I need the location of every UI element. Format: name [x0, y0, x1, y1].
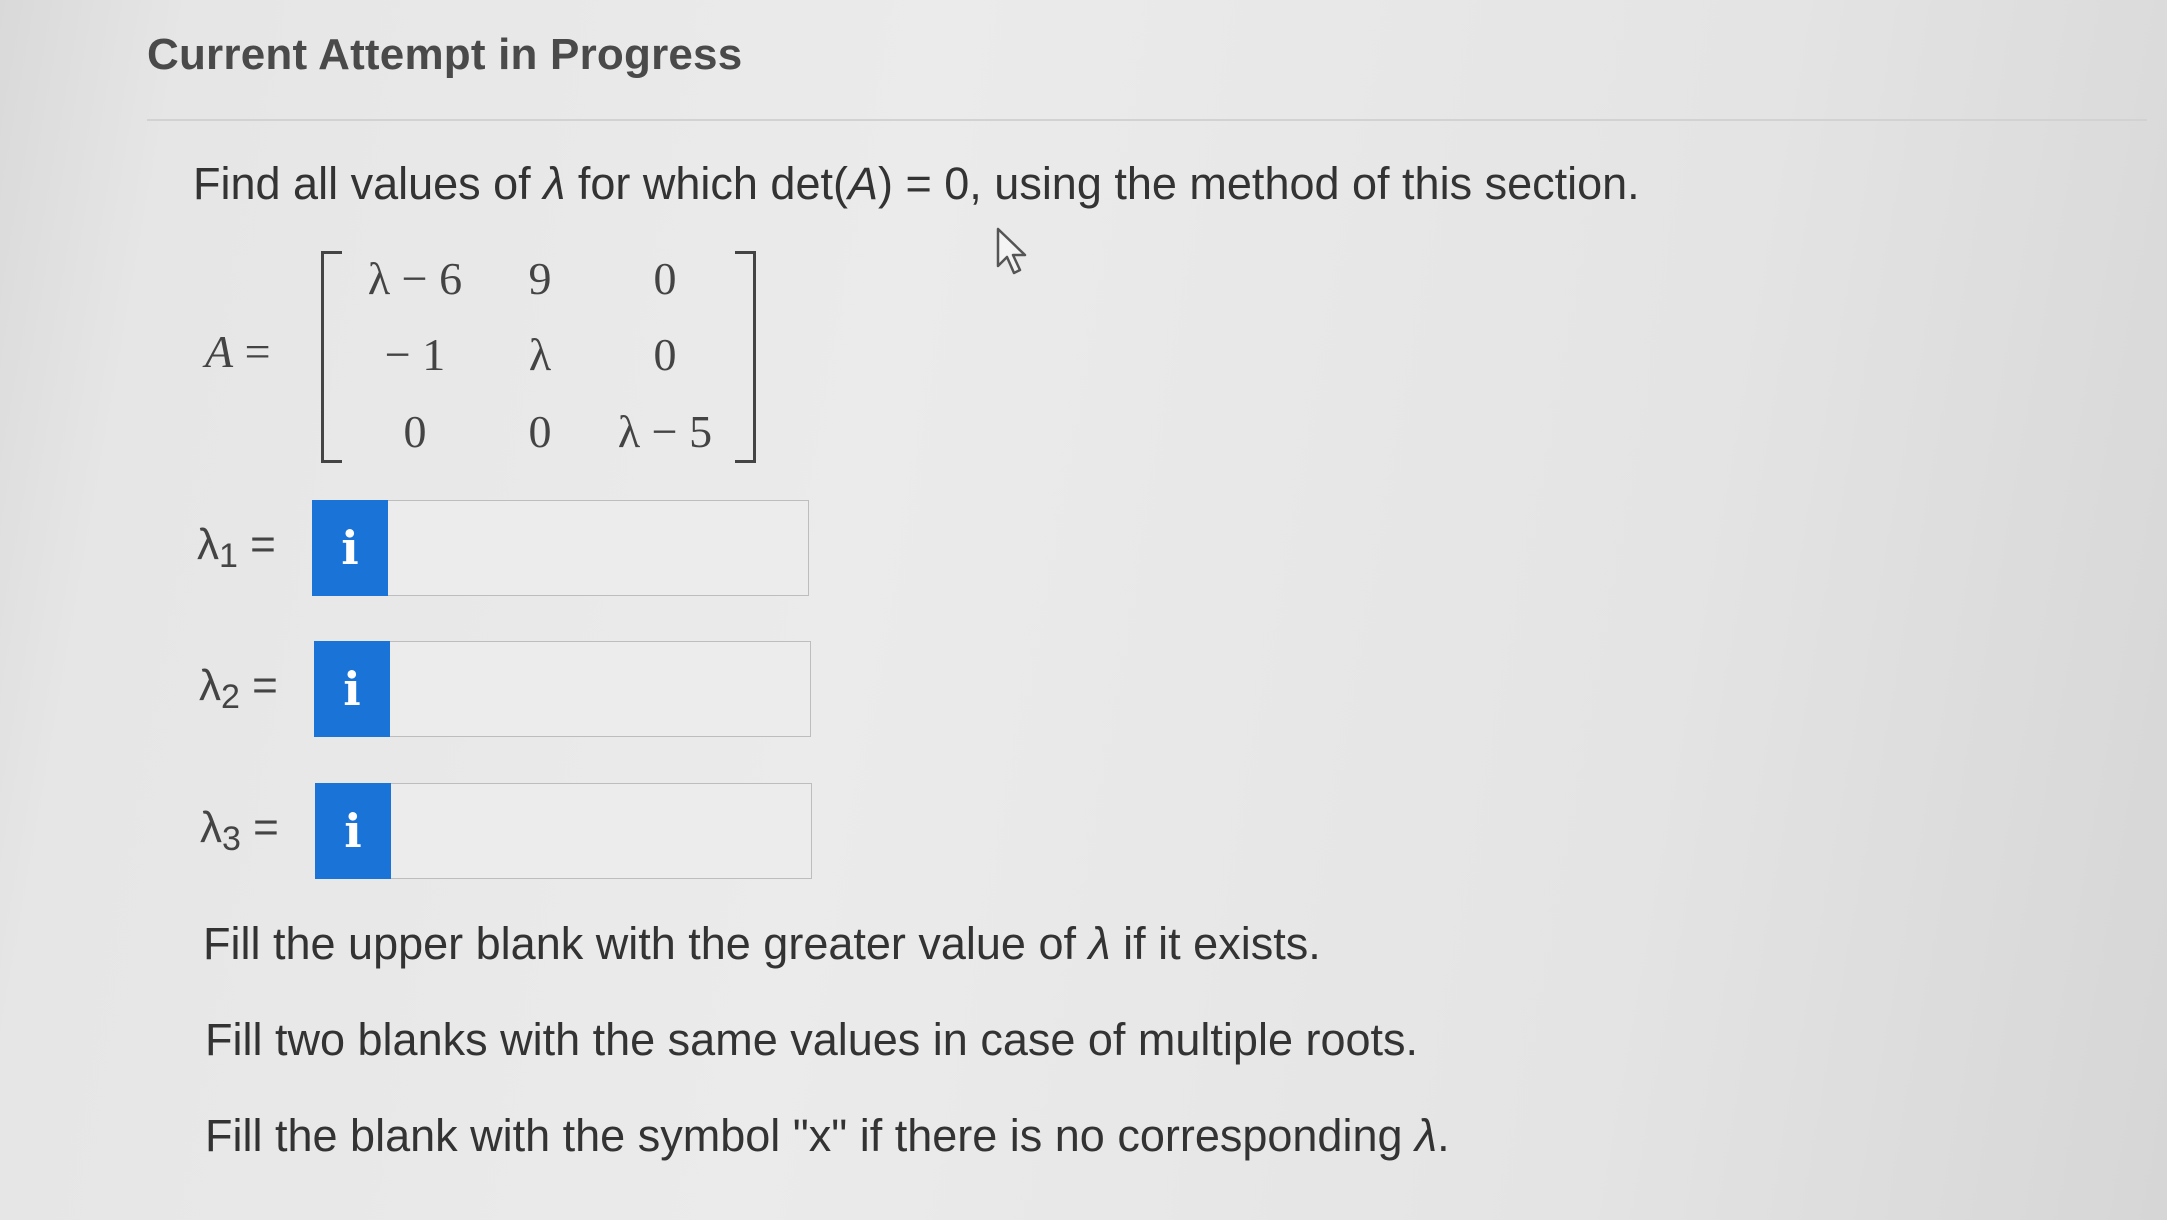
matrix-cell-2-3: 0 [653, 329, 677, 380]
answer-label-lambda-1: λ1 = [197, 520, 276, 575]
answer-input-lambda-1[interactable] [388, 500, 809, 596]
question-matrix-var: A [847, 158, 878, 209]
info-icon: i [341, 521, 359, 575]
matrix-cell-3-2: 0 [528, 406, 552, 457]
answer-row-lambda-1: λ1 = i [197, 500, 809, 596]
instruction-multiple-roots: Fill two blanks with the same values in … [205, 1014, 1419, 1065]
matrix-cell-2-1: − 1 [384, 329, 446, 380]
question-lambda: λ [543, 158, 566, 209]
mouse-pointer-icon [996, 227, 1027, 275]
matrix-right-bracket [735, 251, 756, 463]
matrix-cell-3-3: λ − 5 [617, 406, 713, 457]
matrix-label: A = [205, 325, 271, 378]
info-button-lambda-3[interactable]: i [315, 783, 391, 879]
matrix-a: A = λ − 6 9 0 − 1 λ 0 0 0 λ − 5 [205, 245, 765, 465]
question-prefix: Find all values of [193, 158, 544, 209]
matrix-label-equals: = [233, 326, 271, 377]
info-button-lambda-1[interactable]: i [312, 500, 388, 596]
answer-row-lambda-3: λ3 = i [200, 783, 812, 879]
answer-row-lambda-2: λ2 = i [199, 641, 811, 737]
info-button-lambda-2[interactable]: i [314, 641, 390, 737]
info-icon: i [343, 662, 361, 716]
question-page: Current Attempt in Progress Find all val… [0, 0, 2167, 1220]
matrix-cell-1-2: 9 [528, 253, 552, 304]
instruction-no-lambda: Fill the blank with the symbol "x" if th… [205, 1110, 1450, 1161]
attempt-status-title: Current Attempt in Progress [147, 30, 743, 79]
matrix-cell-2-2: λ [528, 329, 552, 380]
header-divider [147, 119, 2147, 121]
question-text: Find all values of λ for which det(A) = … [193, 158, 1640, 210]
answer-label-lambda-3: λ3 = [200, 803, 279, 858]
answer-input-lambda-3[interactable] [391, 783, 812, 879]
answer-input-lambda-2[interactable] [390, 641, 811, 737]
matrix-cell-1-1: λ − 6 [367, 253, 463, 304]
matrix-cell-1-3: 0 [653, 253, 677, 304]
matrix-label-var: A [205, 326, 234, 377]
question-suffix: ) = 0, using the method of this section. [877, 158, 1640, 209]
matrix-cell-3-1: 0 [403, 406, 427, 457]
info-icon: i [344, 804, 362, 858]
instruction-greater-value: Fill the upper blank with the greater va… [203, 918, 1321, 969]
matrix-left-bracket [321, 251, 342, 463]
answer-label-lambda-2: λ2 = [199, 661, 278, 716]
question-middle: for which det( [565, 158, 848, 209]
